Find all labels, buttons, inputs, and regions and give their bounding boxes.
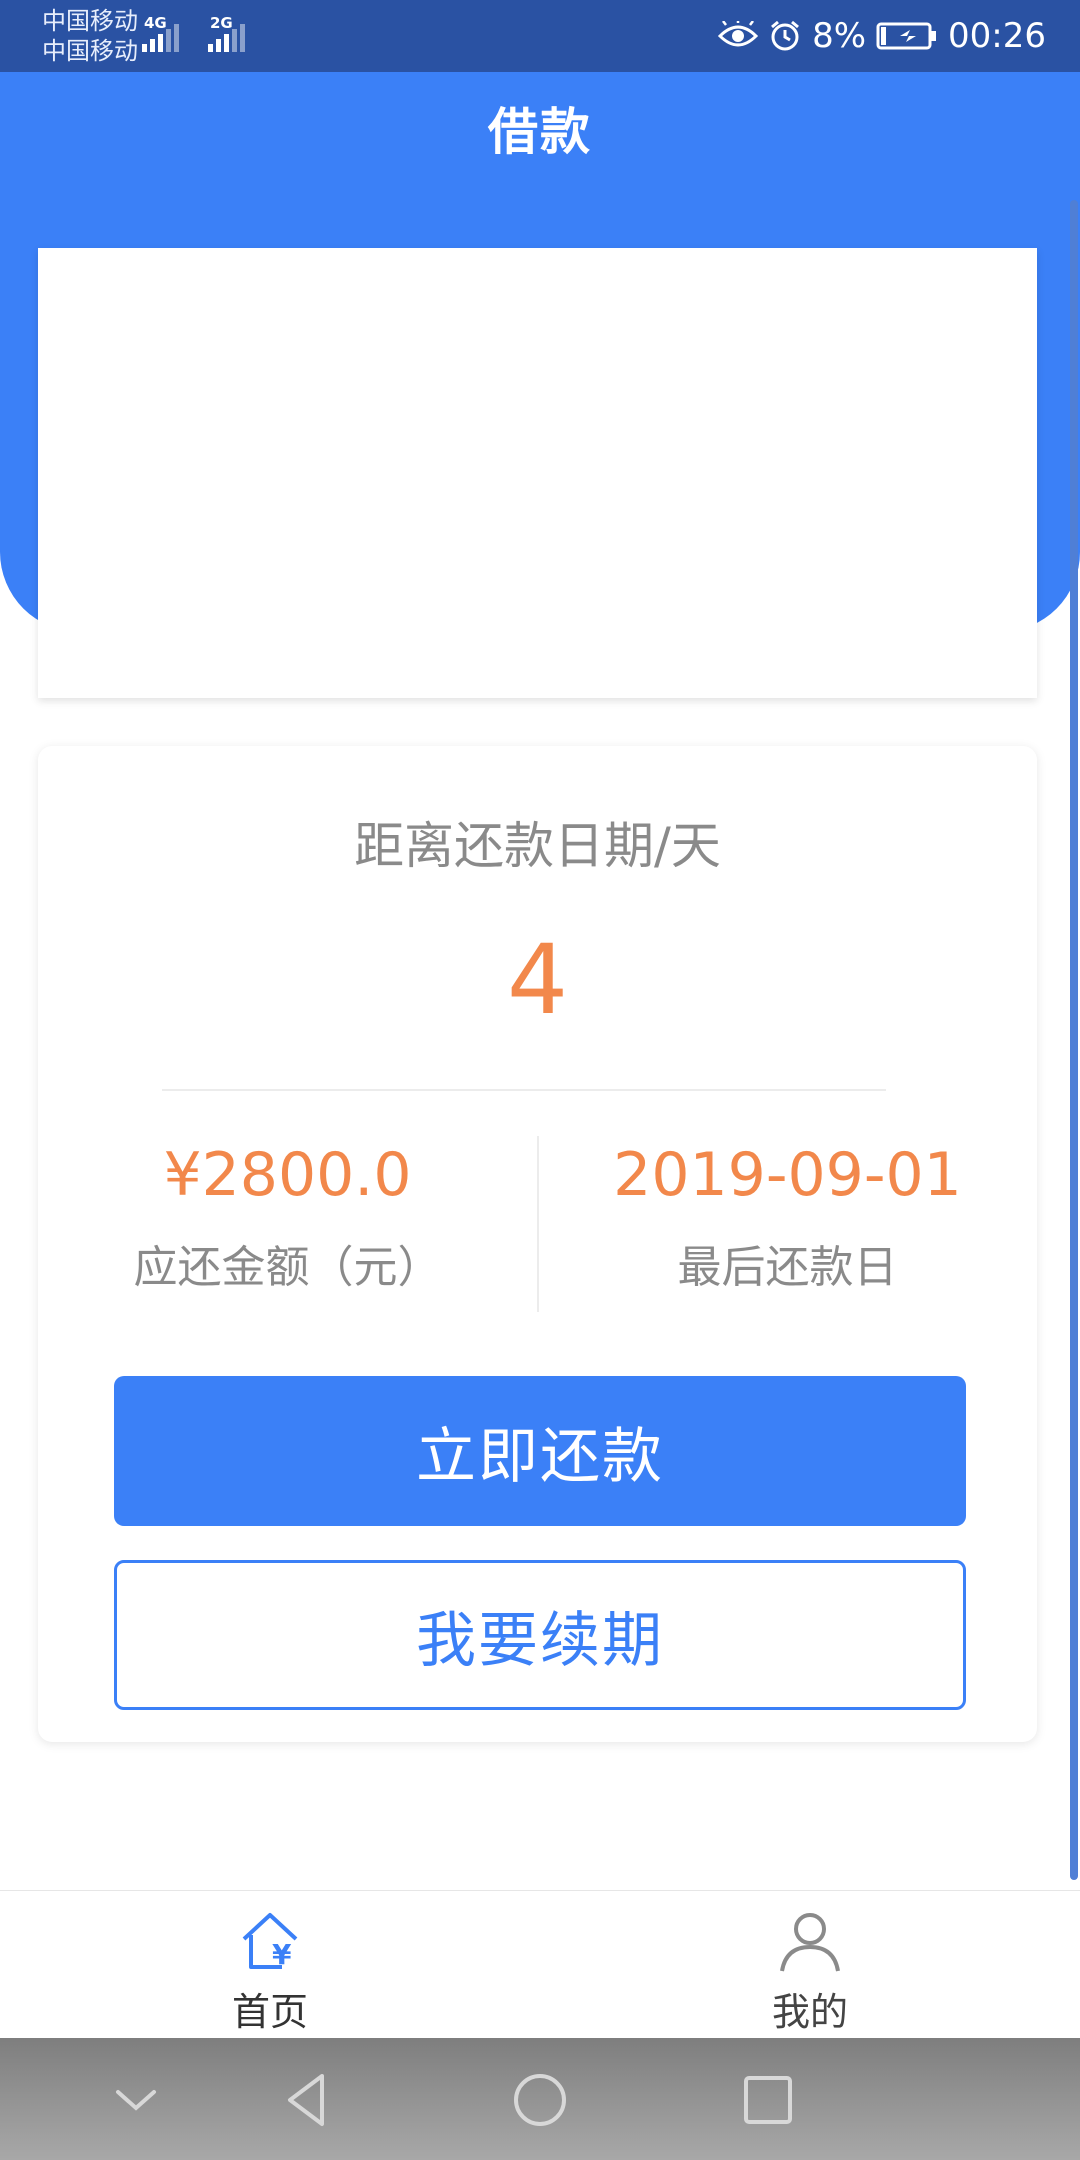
due-date-stat: 2019-09-01 最后还款日 — [538, 1130, 1037, 1310]
days-remaining-label: 距离还款日期/天 — [354, 817, 721, 875]
amount-due-label: 应还金额（元） — [133, 1242, 442, 1293]
battery-charging-icon — [876, 21, 938, 51]
banner-panel[interactable] — [38, 248, 1037, 698]
tab-mine-label: 我的 — [771, 1990, 848, 2034]
amount-due-value: ¥2800.0 — [163, 1140, 412, 1210]
carrier-1-label: 中国移动 — [42, 7, 138, 35]
repay-now-button[interactable]: 立即还款 — [114, 1376, 966, 1526]
status-indicators: 8% 00:26 — [718, 0, 1046, 72]
svg-text:¥: ¥ — [272, 1938, 292, 1971]
tab-home[interactable]: ¥ 首页 — [170, 1891, 370, 2039]
tab-home-label: 首页 — [231, 1990, 308, 2034]
chevron-down-icon[interactable] — [104, 2068, 168, 2132]
person-icon — [778, 1909, 842, 1973]
battery-percent: 8% — [812, 16, 867, 56]
back-triangle-icon[interactable] — [276, 2068, 340, 2132]
recent-apps-icon[interactable] — [736, 2068, 800, 2132]
alarm-icon — [768, 19, 802, 53]
status-bar: 中国移动 中国移动 4G 2G 8% 00:26 — [0, 0, 1080, 72]
renew-loan-button[interactable]: 我要续期 — [114, 1560, 966, 1710]
days-remaining-value: 4 — [506, 924, 569, 1036]
repayment-stats: ¥2800.0 应还金额（元） 2019-09-01 最后还款日 — [38, 1130, 1037, 1312]
home-circle-icon[interactable] — [508, 2068, 572, 2132]
due-date-value: 2019-09-01 — [613, 1140, 962, 1210]
scrollbar[interactable] — [1070, 200, 1078, 1880]
bottom-tab-bar: ¥ 首页 我的 — [0, 1890, 1080, 2038]
page-title: 借款 — [488, 103, 592, 161]
tab-mine[interactable]: 我的 — [710, 1891, 910, 2039]
card-divider — [162, 1089, 886, 1091]
due-date-label: 最后还款日 — [677, 1242, 898, 1293]
clock-time: 00:26 — [948, 16, 1046, 56]
carrier-info: 中国移动 中国移动 — [42, 6, 138, 66]
home-yuan-icon: ¥ — [238, 1909, 302, 1973]
repayment-card: 距离还款日期/天 4 ¥2800.0 应还金额（元） 2019-09-01 最后… — [38, 746, 1037, 1742]
system-nav-bar — [0, 2038, 1080, 2160]
eye-comfort-icon — [718, 21, 759, 51]
carrier-2-label: 中国移动 — [42, 37, 138, 65]
amount-due-stat: ¥2800.0 应还金额（元） — [38, 1130, 537, 1310]
